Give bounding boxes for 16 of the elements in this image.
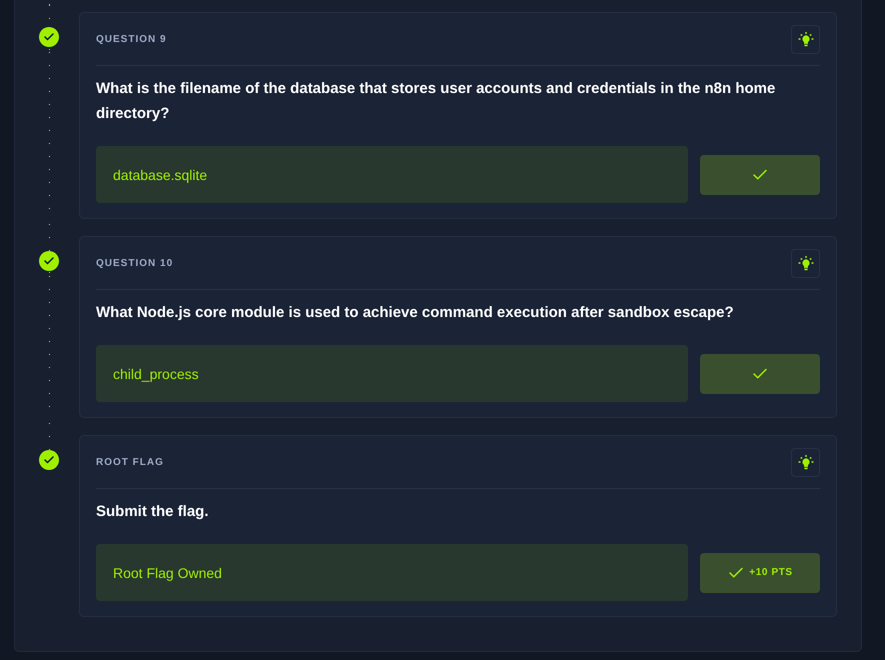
question-text: Submit the flag. [96, 502, 210, 522]
question-text: What Node.js core module is used to achieve command execution after sandbox escape? [96, 303, 735, 323]
question-label: QUESTION 10 [96, 258, 174, 269]
lightbulb-icon [798, 32, 814, 48]
submit-button[interactable]: +10 PTS [700, 552, 820, 592]
question-label: ROOT FLAG [96, 457, 164, 468]
hint-button[interactable] [791, 25, 820, 54]
answer-field[interactable]: child_process [96, 345, 688, 402]
answer-field[interactable]: database.sqlite [96, 146, 688, 203]
hint-button[interactable] [791, 249, 820, 278]
lightbulb-icon [798, 454, 814, 470]
question-label: QUESTION 9 [96, 34, 167, 45]
hint-button[interactable] [791, 448, 820, 477]
lightbulb-icon [798, 256, 814, 272]
answer-field[interactable]: Root Flag Owned [96, 544, 688, 601]
question-text: What is the filename of the database that stores user accounts and credentials in the n8n home directory? [96, 79, 776, 124]
